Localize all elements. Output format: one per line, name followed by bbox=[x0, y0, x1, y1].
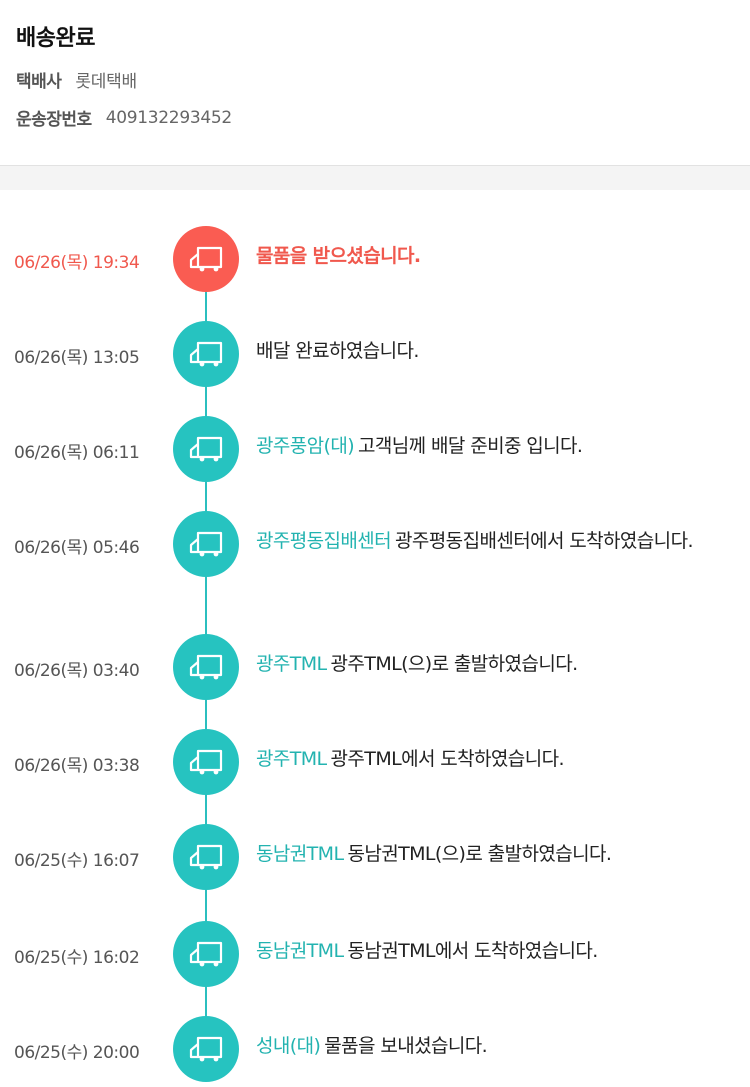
event-message: 광주평동집배센터 광주평동집배센터에서 도착하였습니다. bbox=[256, 527, 736, 555]
truck-icon bbox=[173, 511, 239, 577]
event-text: 고객님께 배달 준비중 입니다. bbox=[358, 435, 583, 457]
event-location: 광주TML bbox=[256, 653, 327, 675]
event-text: 물품을 받으셨습니다. bbox=[256, 245, 421, 267]
truck-icon bbox=[173, 634, 239, 700]
event-message: 물품을 받으셨습니다. bbox=[256, 242, 736, 270]
event-text: 동남권TML(으)로 출발하였습니다. bbox=[347, 843, 612, 865]
event-message: 배달 완료하였습니다. bbox=[256, 337, 736, 365]
tracking-number: 409132293452 bbox=[105, 107, 233, 128]
event-time: 06/25(수) 16:02 bbox=[14, 948, 140, 968]
event-text: 광주TML에서 도착하였습니다. bbox=[330, 748, 565, 770]
tracking-label: 운송장번호 bbox=[16, 110, 92, 130]
event-time: 06/26(목) 19:34 bbox=[14, 253, 140, 273]
event-time: 06/26(목) 03:40 bbox=[14, 661, 140, 681]
truck-icon bbox=[173, 226, 239, 292]
truck-icon bbox=[173, 1016, 239, 1082]
event-message: 성내(대) 물품을 보내셨습니다. bbox=[256, 1032, 736, 1060]
event-location: 광주TML bbox=[256, 748, 327, 770]
truck-icon bbox=[173, 416, 239, 482]
truck-icon bbox=[173, 729, 239, 795]
tracking-row: 운송장번호 409132293452 bbox=[16, 105, 734, 131]
event-text: 광주평동집배센터에서 도착하였습니다. bbox=[395, 530, 693, 552]
event-location: 동남권TML bbox=[256, 940, 344, 962]
section-divider bbox=[0, 166, 750, 190]
truck-icon bbox=[173, 824, 239, 890]
truck-icon bbox=[173, 321, 239, 387]
event-time: 06/26(목) 13:05 bbox=[14, 348, 140, 368]
event-time: 06/25(수) 20:00 bbox=[14, 1043, 140, 1063]
event-text: 광주TML(으)로 출발하였습니다. bbox=[330, 653, 579, 675]
event-time: 06/26(목) 05:46 bbox=[14, 538, 140, 558]
tracking-timeline: 06/26(목) 19:34 물품을 받으셨습니다. 06/26(목) 13:0… bbox=[0, 190, 750, 1086]
event-message: 광주풍암(대) 고객님께 배달 준비중 입니다. bbox=[256, 432, 736, 460]
event-message: 광주TML 광주TML(으)로 출발하였습니다. bbox=[256, 650, 736, 678]
event-time: 06/26(목) 03:38 bbox=[14, 756, 140, 776]
carrier-value: 롯데택배 bbox=[75, 72, 137, 92]
delivery-header: 배송완료 택배사 롯데택배 운송장번호 409132293452 bbox=[0, 0, 750, 166]
event-message: 동남권TML 동남권TML에서 도착하였습니다. bbox=[256, 937, 736, 965]
event-time: 06/26(목) 06:11 bbox=[14, 443, 140, 463]
event-message: 광주TML 광주TML에서 도착하였습니다. bbox=[256, 745, 736, 773]
event-text: 물품을 보내셨습니다. bbox=[324, 1035, 488, 1057]
event-message: 동남권TML 동남권TML(으)로 출발하였습니다. bbox=[256, 840, 736, 868]
delivery-status-title: 배송완료 bbox=[16, 26, 95, 51]
event-text: 동남권TML에서 도착하였습니다. bbox=[347, 940, 598, 962]
event-text: 배달 완료하였습니다. bbox=[256, 340, 419, 362]
truck-icon bbox=[173, 921, 239, 987]
event-location: 광주풍암(대) bbox=[256, 435, 355, 457]
event-location: 광주평동집배센터 bbox=[256, 530, 392, 552]
event-time: 06/25(수) 16:07 bbox=[14, 851, 140, 871]
event-location: 동남권TML bbox=[256, 843, 344, 865]
carrier-row: 택배사 롯데택배 bbox=[16, 67, 734, 92]
carrier-label: 택배사 bbox=[16, 72, 62, 92]
event-location: 성내(대) bbox=[256, 1035, 321, 1057]
